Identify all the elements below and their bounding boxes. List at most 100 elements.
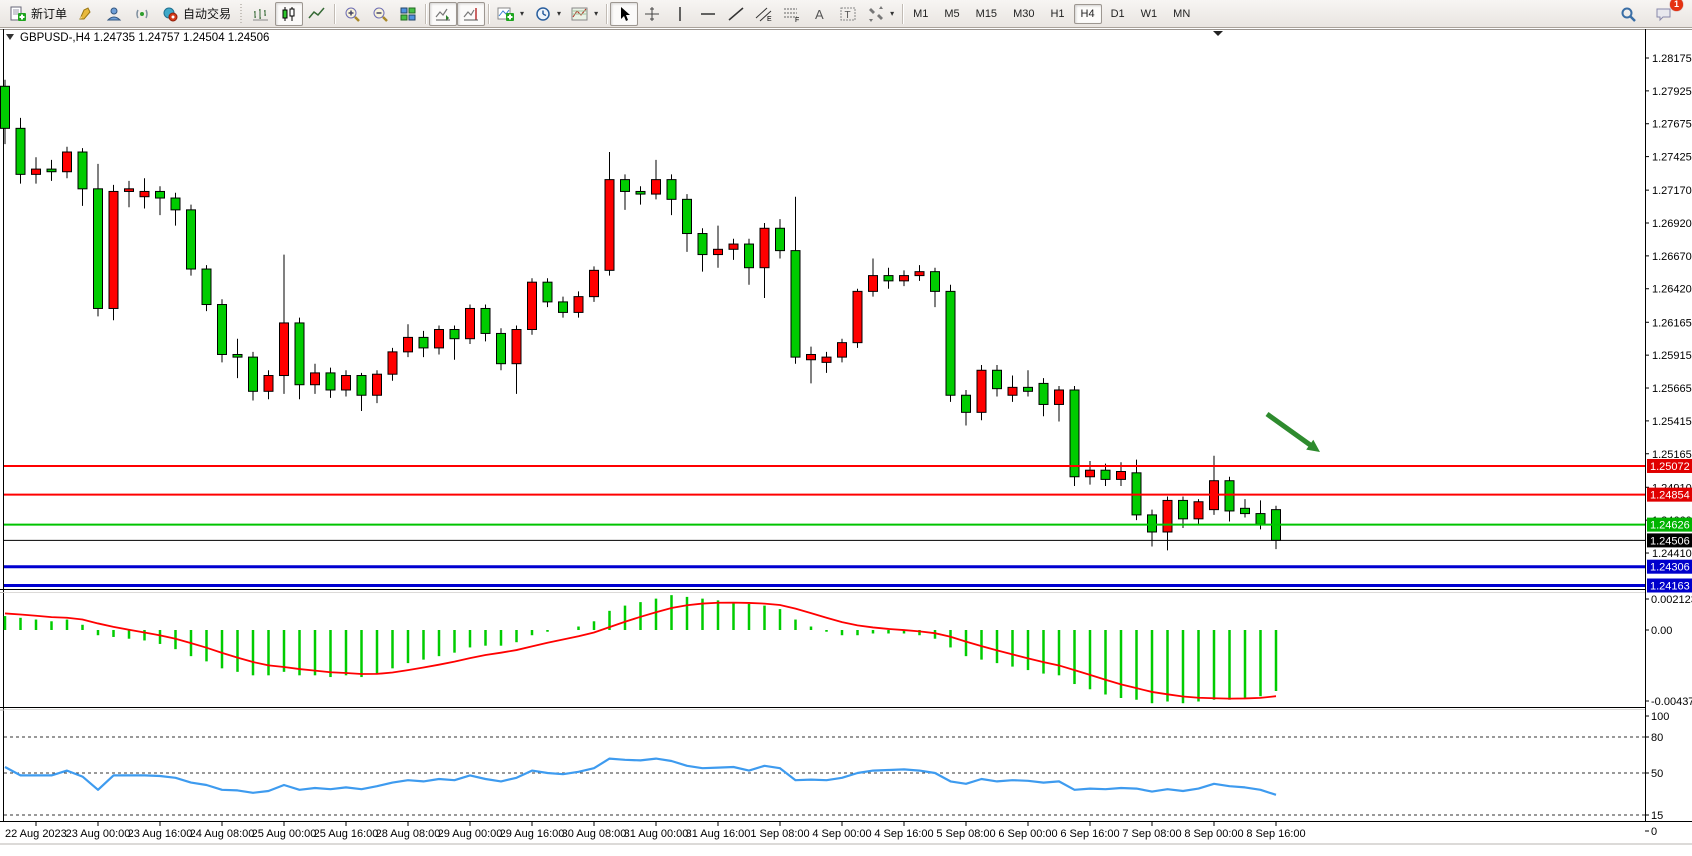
candle (311, 364, 320, 394)
chart-canvas[interactable]: GBPUSD-,H4 1.24735 1.24757 1.24504 1.245… (0, 28, 1692, 856)
rsi-axis-label: 15 (1651, 810, 1663, 822)
candle (156, 186, 165, 215)
candle (667, 174, 676, 215)
candle (807, 347, 816, 384)
zoom-out-icon (371, 6, 389, 22)
candle-body (1, 86, 10, 128)
candle-body (900, 276, 909, 281)
chart-shift-icon (462, 6, 480, 22)
candle-body (373, 374, 382, 395)
candle-body (590, 270, 599, 296)
svg-text:A: A (815, 7, 824, 22)
symbol-dropdown-icon[interactable] (6, 34, 14, 40)
rsi-plot-area[interactable] (4, 710, 1645, 821)
chart-window[interactable]: GBPUSD-,H4 1.24735 1.24757 1.24504 1.245… (0, 28, 1692, 856)
candle-body (78, 152, 87, 189)
timeframe-h4[interactable]: H4 (1074, 4, 1102, 24)
candle-body (853, 291, 862, 342)
candle-body (1225, 481, 1234, 511)
candle (776, 219, 785, 258)
candle-body (156, 191, 165, 198)
timeframe-w1[interactable]: W1 (1134, 4, 1165, 24)
timeframe-m1[interactable]: M1 (906, 4, 935, 24)
candle-body (528, 282, 537, 329)
channel-button[interactable]: E (750, 2, 778, 26)
auto-trading-button[interactable]: 自动交易 (156, 2, 236, 26)
time-axis-label: 8 Sep 00:00 (1184, 828, 1243, 840)
timeframe-d1[interactable]: D1 (1104, 4, 1132, 24)
bar-chart-button[interactable] (247, 2, 275, 26)
timeframe-m5[interactable]: M5 (937, 4, 966, 24)
candle-chart-icon (280, 6, 298, 22)
macd-plot-area[interactable] (4, 593, 1645, 707)
tile-windows-button[interactable] (394, 2, 422, 26)
candle (326, 368, 335, 398)
time-axis-label: 31 Aug 16:00 (686, 828, 751, 840)
styler-button[interactable] (72, 2, 100, 26)
candle-chart-button[interactable] (275, 2, 303, 26)
price-badge-label: 1.24306 (1650, 562, 1690, 574)
candle (636, 186, 645, 204)
candle-body (187, 210, 196, 269)
clock-icon (534, 6, 552, 22)
new-order-icon (9, 6, 27, 22)
time-axis-label: 25 Aug 00:00 (252, 828, 317, 840)
zoom-out-button[interactable] (366, 2, 394, 26)
shapes-button[interactable]: ▾ (862, 2, 899, 26)
templates-button[interactable]: ▾ (566, 2, 603, 26)
candle-body (1148, 515, 1157, 532)
candle (977, 365, 986, 420)
arrow-annotation[interactable] (1267, 414, 1320, 452)
candle-body (481, 308, 490, 333)
candle-body (869, 276, 878, 292)
candle (1039, 378, 1048, 416)
horizontal-line-icon (699, 6, 717, 22)
time-axis-label: 6 Sep 00:00 (998, 828, 1057, 840)
indicators-button[interactable]: ▾ (492, 2, 529, 26)
rsi-axis-label: 100 (1651, 711, 1669, 723)
timeframe-h1[interactable]: H1 (1043, 4, 1071, 24)
search-button[interactable] (1614, 2, 1642, 26)
new-order-button[interactable]: 新订单 (4, 2, 72, 26)
timeframe-m15[interactable]: M15 (969, 4, 1004, 24)
fibonacci-button[interactable]: F (778, 2, 806, 26)
candle (218, 299, 227, 362)
notifications-button[interactable]: 1 (1650, 2, 1678, 26)
candle-body (605, 180, 614, 271)
periods-button[interactable]: ▾ (529, 2, 566, 26)
crosshair-button[interactable] (638, 2, 666, 26)
profile-icon (105, 6, 123, 22)
candle (838, 339, 847, 363)
signal-button[interactable] (128, 2, 156, 26)
toolbar-separator (334, 4, 335, 24)
trendline-button[interactable] (722, 2, 750, 26)
price-axis-label: 1.27170 (1652, 185, 1692, 197)
timeframe-mn[interactable]: MN (1166, 4, 1197, 24)
candle (1086, 461, 1095, 485)
price-axis-label: 1.26670 (1652, 251, 1692, 263)
cursor-button[interactable] (610, 2, 638, 26)
vertical-line-button[interactable] (666, 2, 694, 26)
zoom-in-button[interactable] (338, 2, 366, 26)
horizontal-line-button[interactable] (694, 2, 722, 26)
candle (946, 285, 955, 402)
chart-shift-button[interactable] (457, 2, 485, 26)
line-chart-button[interactable] (303, 2, 331, 26)
candle-body (32, 169, 41, 174)
candle (1272, 506, 1281, 549)
price-axis-label: 1.25915 (1652, 350, 1692, 362)
candle-body (1256, 514, 1265, 525)
auto-scroll-button[interactable] (429, 2, 457, 26)
candle-body (714, 249, 723, 254)
profile-button[interactable] (100, 2, 128, 26)
price-badge-label: 1.24506 (1650, 535, 1690, 547)
timeframe-m30[interactable]: M30 (1006, 4, 1041, 24)
price-axis-label: 1.26420 (1652, 284, 1692, 296)
text-label-button[interactable]: T (834, 2, 862, 26)
candle (497, 328, 506, 370)
candle (450, 326, 459, 360)
candle-body (342, 376, 351, 390)
templates-icon (571, 6, 589, 22)
time-axis-label: 8 Sep 16:00 (1246, 828, 1305, 840)
text-button[interactable]: A (806, 2, 834, 26)
